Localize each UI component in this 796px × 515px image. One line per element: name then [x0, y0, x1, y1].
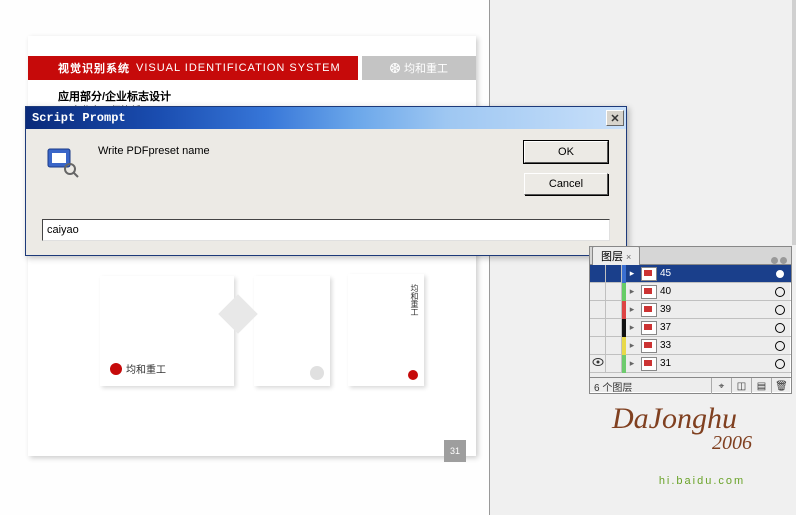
- target-icon[interactable]: [775, 323, 785, 333]
- eye-icon: [592, 357, 604, 370]
- tab-layers[interactable]: 图层×: [592, 246, 640, 265]
- tab-label: 图层: [601, 251, 623, 263]
- dialog-titlebar[interactable]: Script Prompt ✕: [26, 107, 626, 129]
- dialog-title: Script Prompt: [32, 111, 126, 125]
- target-icon[interactable]: [775, 269, 785, 279]
- watermark-url: hi.baidu.com: [612, 475, 792, 487]
- layer-row[interactable]: ▸ 33: [590, 337, 791, 355]
- target-icon[interactable]: [775, 359, 785, 369]
- panel-menu-icon[interactable]: [771, 257, 787, 264]
- cancel-button[interactable]: Cancel: [524, 173, 608, 195]
- ok-button[interactable]: OK: [524, 141, 608, 163]
- layer-thumbnail: [641, 267, 657, 281]
- brand-banner: ✻ 均和重工: [362, 56, 476, 80]
- card3-vertical-text: 均和重工: [409, 284, 420, 316]
- layer-thumbnail: [641, 357, 657, 371]
- visibility-toggle[interactable]: [590, 265, 606, 283]
- visibility-toggle[interactable]: [590, 283, 606, 301]
- visibility-toggle[interactable]: [590, 337, 606, 355]
- layer-thumbnail: [641, 339, 657, 353]
- expand-icon[interactable]: ▸: [626, 268, 638, 279]
- lock-toggle[interactable]: [606, 355, 622, 373]
- tab-close-icon[interactable]: ×: [626, 252, 631, 262]
- layer-name[interactable]: 31: [660, 358, 775, 369]
- lock-toggle[interactable]: [606, 301, 622, 319]
- panel-footer: 6 个图层 ⌖ ◫ ▤ 🗑: [590, 377, 791, 394]
- layer-thumbnail: [641, 303, 657, 317]
- lock-toggle[interactable]: [606, 283, 622, 301]
- canvas-area: 视觉识别系统 VISUAL IDENTIFICATION SYSTEM ✻ 均和…: [0, 0, 490, 515]
- expand-icon[interactable]: ▸: [626, 322, 638, 333]
- card3-logo-icon: [408, 370, 418, 380]
- page-number-badge: 31: [444, 440, 466, 462]
- watermark: DaJonghu 2006: [612, 405, 792, 459]
- visibility-toggle[interactable]: [590, 301, 606, 319]
- watermark-text: DaJonghu: [612, 402, 737, 435]
- vertical-ruler: [792, 0, 796, 245]
- brand-name: 均和重工: [404, 60, 448, 76]
- stationery-card-3: 均和重工: [348, 274, 424, 386]
- layer-row[interactable]: ▸ 40: [590, 283, 791, 301]
- dialog-message: Write PDFpreset name: [98, 143, 210, 157]
- layer-name[interactable]: 40: [660, 286, 775, 297]
- target-icon[interactable]: [775, 305, 785, 315]
- expand-icon[interactable]: ▸: [626, 358, 638, 369]
- stationery-card-2: [254, 276, 330, 386]
- layer-name[interactable]: 45: [660, 268, 775, 279]
- locate-layer-icon[interactable]: ⌖: [711, 378, 731, 394]
- visibility-toggle[interactable]: [590, 319, 606, 337]
- stationery-card-1: 均和重工: [100, 276, 234, 386]
- visibility-toggle[interactable]: [590, 355, 606, 373]
- banner-en: VISUAL IDENTIFICATION SYSTEM: [136, 62, 341, 74]
- delete-layer-icon[interactable]: 🗑: [771, 378, 791, 394]
- watermark-year: 2006: [712, 432, 752, 454]
- card-logo-icon: [110, 363, 122, 375]
- layer-list: ▸ 45 ▸ 40 ▸ 39 ▸ 37 ▸ 33 ▸ 31: [590, 265, 791, 377]
- layer-row[interactable]: ▸ 31: [590, 355, 791, 373]
- new-sublayer-icon[interactable]: ◫: [731, 378, 751, 394]
- layer-name[interactable]: 39: [660, 304, 775, 315]
- expand-icon[interactable]: ▸: [626, 304, 638, 315]
- card2-mark-icon: [310, 366, 324, 380]
- card-brand: 均和重工: [126, 361, 166, 376]
- expand-icon[interactable]: ▸: [626, 286, 638, 297]
- script-icon: [44, 143, 80, 179]
- header-banner: 视觉识别系统 VISUAL IDENTIFICATION SYSTEM: [28, 56, 358, 80]
- layer-row[interactable]: ▸ 37: [590, 319, 791, 337]
- layer-thumbnail: [641, 321, 657, 335]
- new-layer-icon[interactable]: ▤: [751, 378, 771, 394]
- lock-toggle[interactable]: [606, 337, 622, 355]
- brand-logo-icon: ✻: [390, 63, 400, 73]
- panel-tabs: 图层×: [590, 247, 791, 265]
- script-prompt-dialog: Script Prompt ✕ Write PDFpreset name OK …: [25, 106, 627, 256]
- lock-toggle[interactable]: [606, 319, 622, 337]
- preset-name-input[interactable]: [42, 219, 610, 241]
- banner-cn: 视觉识别系统: [58, 60, 130, 76]
- target-icon[interactable]: [775, 341, 785, 351]
- layer-name[interactable]: 37: [660, 322, 775, 333]
- lock-toggle[interactable]: [606, 265, 622, 283]
- layer-row[interactable]: ▸ 39: [590, 301, 791, 319]
- layer-row[interactable]: ▸ 45: [590, 265, 791, 283]
- footer-text: 6 个图层: [594, 379, 632, 394]
- target-icon[interactable]: [775, 287, 785, 297]
- layer-thumbnail: [641, 285, 657, 299]
- close-icon[interactable]: ✕: [606, 110, 624, 126]
- layer-name[interactable]: 33: [660, 340, 775, 351]
- expand-icon[interactable]: ▸: [626, 340, 638, 351]
- layers-panel: 图层× ▸ 45 ▸ 40 ▸ 39 ▸ 37 ▸ 33 ▸ 31 6 个图层 ⌖ ◫ ▤ 🗑: [589, 246, 792, 394]
